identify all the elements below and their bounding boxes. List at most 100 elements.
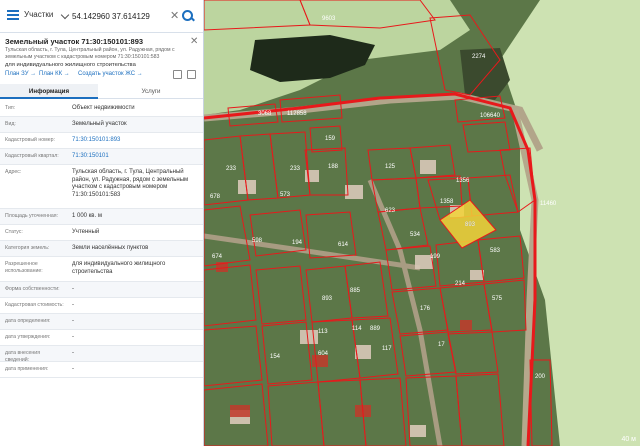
parcel-label[interactable]: 2274 [472, 54, 486, 60]
menu-icon[interactable] [7, 10, 19, 22]
parcel-label[interactable]: 199 [430, 254, 441, 260]
parcel-label[interactable]: 575 [492, 296, 503, 302]
property-value: - [72, 302, 74, 308]
parcel-label[interactable]: 11460 [540, 201, 557, 207]
property-row: Категория земель: Земли населённых пункто… [0, 241, 203, 257]
property-key: Адрес: [5, 169, 22, 175]
property-row: Разрешенное использование: для индивидуал… [0, 257, 203, 282]
plan-zu-link[interactable]: План ЗУ → [5, 71, 36, 77]
parcel-label[interactable]: 583 [490, 248, 501, 254]
property-value: Учтенный [72, 229, 100, 235]
parcel-label[interactable]: 614 [338, 242, 349, 248]
map-scale: 40 м [621, 436, 636, 443]
parcel-label[interactable]: 3068 [258, 111, 272, 117]
property-value: - [72, 366, 74, 372]
parcel-label[interactable]: 114 [352, 326, 362, 332]
property-key: Разрешенное использование: [5, 261, 43, 274]
parcel-label[interactable]: 604 [318, 351, 329, 357]
parcel-label[interactable]: 112858 [287, 111, 307, 117]
tabs: Информация Услуги [0, 84, 203, 99]
parcel-label[interactable]: 159 [325, 136, 336, 142]
parcel-label[interactable]: 598 [252, 238, 263, 244]
property-key: Кадастровый номер: [5, 137, 55, 143]
parcel-label[interactable]: 674 [212, 254, 223, 260]
card-address: Тульская область, г. Тула, Центральный р… [5, 47, 175, 60]
property-row: Площадь уточненная: 1 000 кв. м [0, 209, 203, 225]
property-value: 1 000 кв. м [72, 213, 102, 219]
parcel-label[interactable]: 106640 [480, 113, 501, 119]
property-key: Форма собственности: [5, 286, 60, 292]
parcel-label[interactable]: 188 [328, 164, 339, 170]
property-value: - [72, 318, 74, 324]
parcel-label[interactable]: 885 [350, 288, 361, 294]
property-value: для индивидуального жилищного строительс… [72, 261, 166, 275]
print-icon[interactable] [187, 70, 196, 79]
share-icon[interactable] [173, 70, 182, 79]
parcel-label[interactable]: 623 [385, 208, 396, 214]
property-key: Тип: [5, 105, 16, 111]
property-key: Кадастровый квартал: [5, 153, 59, 159]
property-value[interactable]: 71:30:150101:893 [72, 137, 200, 145]
property-row: дата внесения сведений: - [0, 346, 203, 363]
property-key: дата применения: [5, 366, 49, 372]
property-row: Кадастровая стоимость: - [0, 298, 203, 314]
parcel-label[interactable]: 125 [385, 164, 396, 170]
plan-kk-link[interactable]: План КК → [39, 71, 70, 77]
property-key: Кадастровая стоимость: [5, 302, 64, 308]
property-key: Площадь уточненная: [5, 213, 59, 219]
property-row: Кадастровый квартал: 71:30:150101 [0, 149, 203, 165]
property-key: Категория земель: [5, 245, 50, 251]
property-value: Земельный участок [72, 121, 127, 127]
property-key: дата определения: [5, 318, 51, 324]
parcel-label[interactable]: 678 [210, 194, 221, 200]
property-row: Статус: Учтенный [0, 225, 203, 241]
close-icon[interactable]: ✕ [190, 36, 198, 47]
parcel-label[interactable]: 113 [318, 329, 328, 335]
search-input[interactable] [72, 9, 168, 24]
parcel-label[interactable]: 1358 [440, 199, 454, 205]
info-panel: Участки ✕ Земельный участок 71:30:150101… [0, 0, 204, 446]
property-value: - [72, 286, 74, 292]
parcel-label[interactable]: 893 [465, 222, 476, 228]
clear-icon[interactable]: ✕ [170, 9, 179, 23]
parcel-label[interactable]: 1356 [456, 178, 470, 184]
property-row: Вид: Земельный участок [0, 117, 203, 133]
parcel-label[interactable]: 233 [226, 166, 237, 172]
property-key: Вид: [5, 121, 16, 127]
property-row: Тип: Объект недвижимости [0, 101, 203, 117]
card-purpose: для индивидуального жилищного строительс… [5, 62, 136, 68]
property-row: Форма собственности: - [0, 282, 203, 298]
parcel-label[interactable]: 534 [410, 232, 421, 238]
property-value: - [72, 334, 74, 340]
create-zs-link[interactable]: Создать участок ЖС → [78, 71, 143, 77]
parcel-label[interactable]: 194 [292, 240, 303, 246]
parcel-label[interactable]: 176 [420, 306, 431, 312]
property-row: дата применения: - [0, 362, 203, 378]
parcel-label[interactable]: 117 [382, 346, 392, 352]
parcel-label[interactable]: 200 [535, 374, 546, 380]
parcel-label[interactable]: 233 [290, 166, 301, 172]
tab-services[interactable]: Услуги [98, 84, 203, 99]
search-bar: Участки ✕ [0, 0, 203, 33]
parcel-label[interactable]: 17 [438, 342, 445, 348]
property-value: Объект недвижимости [72, 105, 135, 111]
layer-select[interactable]: Участки [24, 10, 68, 24]
property-row: дата определения: - [0, 314, 203, 330]
property-row: Адрес: Тульская область, г. Тула, Централ… [0, 165, 203, 209]
property-row: дата утверждения: - [0, 330, 203, 346]
property-value[interactable]: 71:30:150101 [72, 153, 200, 161]
search-icon[interactable] [181, 8, 195, 24]
parcel-label[interactable]: 214 [455, 281, 466, 287]
card-title: Земельный участок 71:30:150101:893 [5, 37, 144, 46]
property-value: - [72, 350, 74, 356]
parcel-label[interactable]: 154 [270, 354, 281, 360]
tab-info[interactable]: Информация [0, 84, 98, 99]
parcel-label[interactable]: 889 [370, 326, 381, 332]
property-key: Статус: [5, 229, 23, 235]
property-value: Тульская область, г. Тула, Центральный р… [72, 169, 189, 198]
parcel-label[interactable]: 893 [322, 296, 333, 302]
property-key: дата утверждения: [5, 334, 51, 340]
parcel-label[interactable]: 9603 [322, 16, 336, 22]
parcel-label[interactable]: 573 [280, 192, 291, 198]
card-links: План ЗУ → План КК → Создать участок ЖС → [5, 71, 201, 81]
